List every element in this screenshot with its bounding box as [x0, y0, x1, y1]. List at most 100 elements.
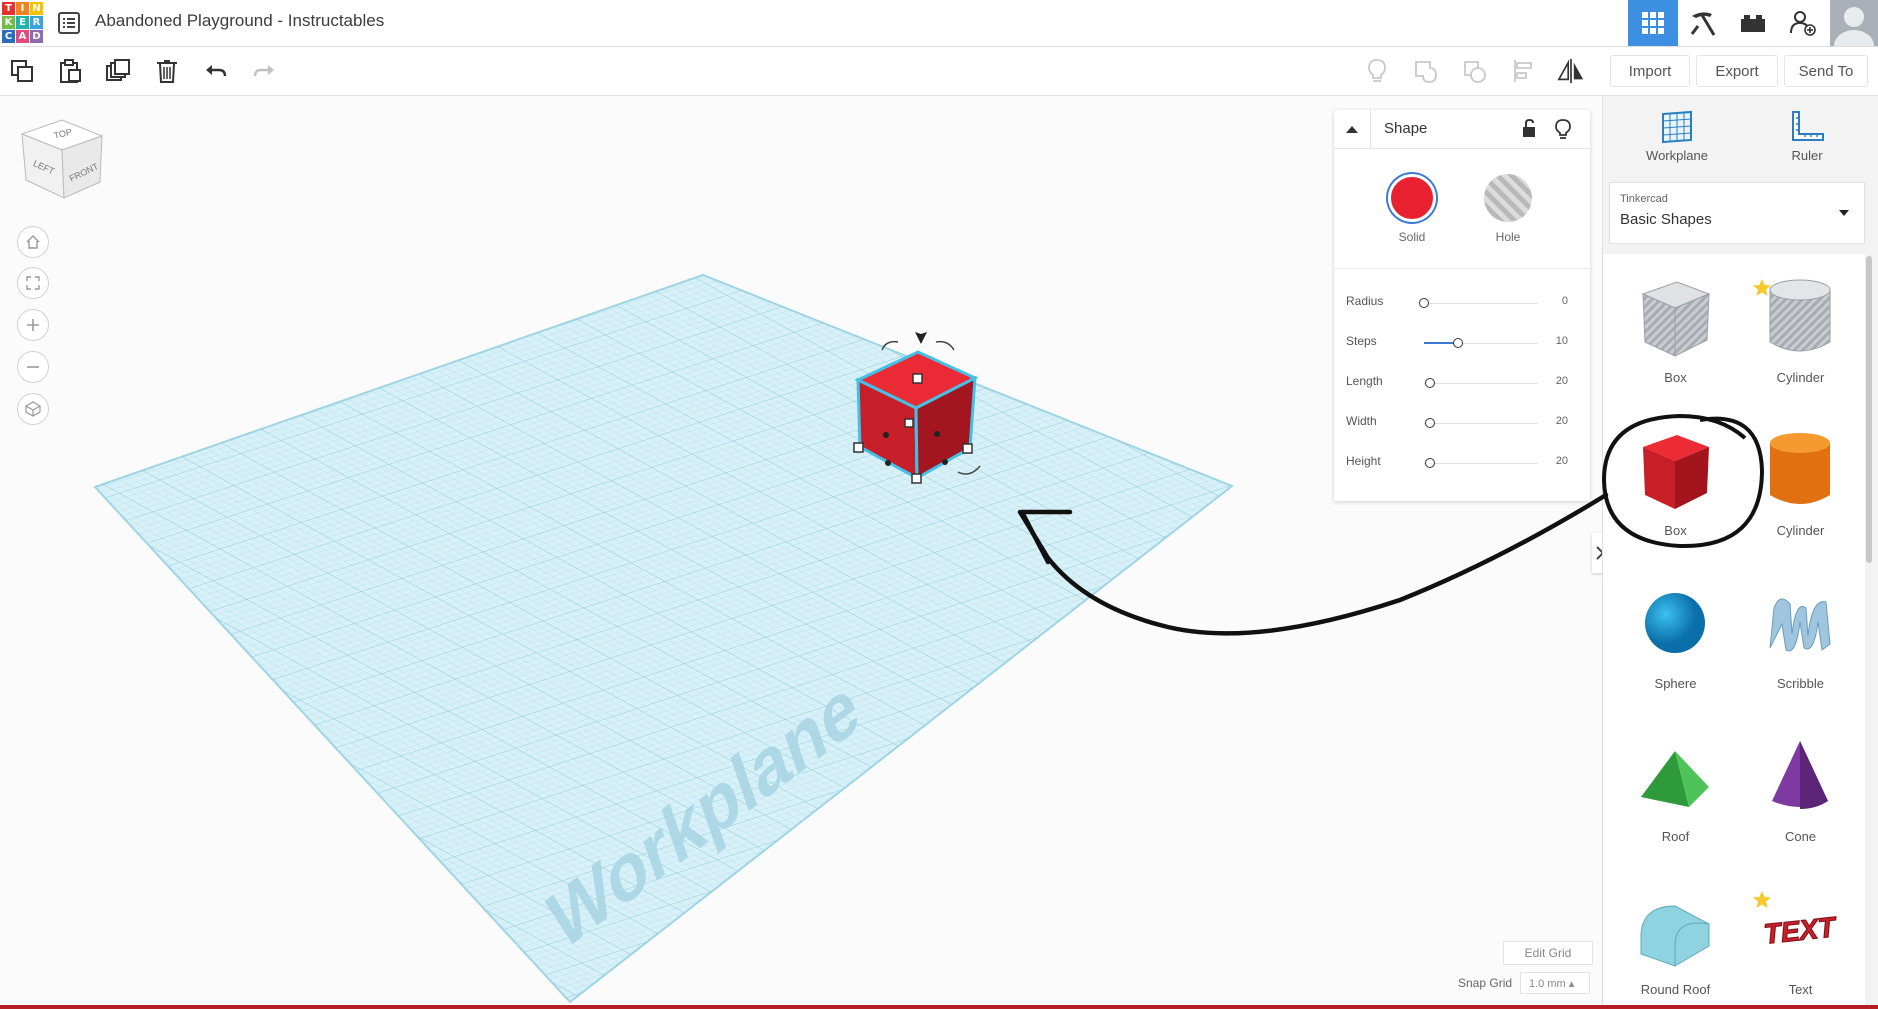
view-cube[interactable]: TOP LEFT FRONT — [18, 118, 104, 208]
prop-slider-knob[interactable] — [1453, 338, 1463, 348]
undo-icon — [206, 65, 227, 77]
prop-row-width: Width 20 — [1334, 408, 1590, 438]
notes-button[interactable] — [1363, 57, 1391, 85]
paste-icon — [60, 59, 81, 83]
shape-tile-text[interactable]: TEXT Text — [1738, 866, 1863, 1005]
paste-button[interactable] — [56, 57, 84, 85]
prop-value[interactable]: 20 — [1556, 415, 1568, 427]
logo-letter: T — [2, 2, 15, 15]
export-button[interactable]: Export — [1696, 55, 1778, 87]
ungroup-icon — [1464, 61, 1486, 83]
invite-user-button[interactable] — [1778, 0, 1828, 46]
solid-label: Solid — [1398, 230, 1426, 244]
duplicate-button[interactable] — [104, 57, 132, 85]
caret-down-icon — [1839, 210, 1849, 216]
solid-color-button[interactable] — [1388, 174, 1436, 222]
workplane-icon — [1662, 110, 1692, 144]
cylinder-hole-icon — [1769, 279, 1831, 352]
workplane-tool-button[interactable]: Workplane — [1627, 108, 1727, 163]
tinker-tools-button[interactable] — [1678, 0, 1728, 46]
divider — [1334, 268, 1590, 269]
shape-library-select[interactable]: Tinkercad Basic Shapes — [1609, 182, 1865, 244]
cone-icon — [1772, 741, 1828, 809]
undo-button[interactable] — [202, 57, 230, 85]
snap-grid-select[interactable]: 1.0 mm ▴ — [1520, 972, 1590, 994]
shape-tile-scribble[interactable]: Scribble — [1738, 560, 1863, 710]
prop-value[interactable]: 20 — [1556, 375, 1568, 387]
mirror-button[interactable] — [1557, 57, 1585, 85]
group-button[interactable] — [1412, 57, 1440, 85]
shape-tile-sphere[interactable]: Sphere — [1613, 560, 1738, 710]
copy-icon — [11, 60, 33, 82]
edit-toolbar: Import Export Send To — [0, 47, 1878, 96]
shape-name: Box — [1664, 523, 1687, 538]
send-to-button[interactable]: Send To — [1784, 55, 1868, 87]
scribble-icon — [1769, 598, 1831, 652]
visibility-button[interactable] — [1554, 118, 1572, 140]
shape-tile-cone[interactable]: Cone — [1738, 713, 1863, 863]
shape-inspector: Shape Solid Hole Radius 0 Steps 10 Length 20 W… — [1334, 110, 1590, 501]
document-title[interactable]: Abandoned Playground - Instructables — [95, 11, 384, 31]
shape-name: Cylinder — [1776, 370, 1825, 385]
workplane-tool-label: Workplane — [1646, 148, 1708, 163]
shape-name: Scribble — [1777, 676, 1824, 691]
prop-value[interactable]: 10 — [1556, 335, 1568, 347]
design-list-icon[interactable] — [56, 10, 82, 36]
plus-icon — [27, 319, 39, 331]
prop-label: Radius — [1346, 294, 1384, 308]
perspective-toggle-button[interactable] — [17, 393, 49, 425]
ruler-tool-label: Ruler — [1791, 148, 1823, 163]
zoom-out-button[interactable] — [17, 351, 49, 383]
logo-letter: I — [16, 2, 29, 15]
import-button[interactable]: Import — [1610, 55, 1690, 87]
avatar[interactable] — [1830, 0, 1878, 46]
prop-slider-knob[interactable] — [1425, 458, 1435, 468]
prop-slider-knob[interactable] — [1425, 378, 1435, 388]
user-avatar-icon — [1834, 7, 1874, 46]
prop-row-steps: Steps 10 — [1334, 328, 1590, 358]
prop-label: Width — [1346, 414, 1377, 428]
shape-tile-cylinder[interactable]: Cylinder — [1738, 254, 1863, 404]
edit-grid-button[interactable]: Edit Grid — [1503, 941, 1593, 965]
shape-tile-round-roof[interactable]: Round Roof — [1613, 866, 1771, 1005]
prop-slider-track[interactable] — [1424, 303, 1538, 304]
home-view-button[interactable] — [17, 226, 49, 258]
hole-label: Hole — [1495, 230, 1521, 244]
shape-tile-cylinder[interactable]: Cylinder — [1738, 407, 1863, 557]
tinkercad-logo[interactable]: TIN KER CAD — [2, 2, 45, 44]
prop-slider-knob[interactable] — [1419, 298, 1429, 308]
scrollbar[interactable] — [1866, 256, 1872, 563]
prop-value[interactable]: 0 — [1562, 295, 1568, 307]
lock-button[interactable] — [1520, 118, 1538, 138]
copy-button[interactable] — [8, 57, 36, 85]
inspector-collapse-button[interactable] — [1334, 110, 1371, 148]
prop-slider-track[interactable] — [1424, 423, 1538, 424]
ungroup-button[interactable] — [1461, 57, 1489, 85]
minus-icon — [27, 366, 39, 368]
zoom-in-button[interactable] — [17, 309, 49, 341]
hole-button[interactable] — [1484, 174, 1532, 222]
shape-name: Cone — [1784, 829, 1817, 844]
shape-tile-box[interactable]: Box — [1613, 254, 1771, 404]
delete-button[interactable] — [153, 57, 181, 85]
text-shape-icon: TEXT — [1762, 910, 1840, 950]
prop-label: Height — [1346, 454, 1381, 468]
redo-button[interactable] — [250, 57, 278, 85]
align-button[interactable] — [1510, 57, 1538, 85]
prop-slider-track[interactable] — [1424, 383, 1538, 384]
grid-view-icon — [1642, 12, 1664, 34]
prop-label: Length — [1346, 374, 1383, 388]
shape-tile-box[interactable]: Box — [1613, 407, 1738, 557]
prop-slider-track[interactable] — [1424, 463, 1538, 464]
prop-slider-knob[interactable] — [1425, 418, 1435, 428]
fit-view-button[interactable] — [17, 267, 49, 299]
shape-tile-roof[interactable]: Roof — [1613, 713, 1738, 863]
ruler-tool-button[interactable]: Ruler — [1757, 108, 1857, 163]
prop-value[interactable]: 20 — [1556, 455, 1568, 467]
cylinder-solid-icon — [1770, 433, 1830, 504]
home-icon — [26, 235, 40, 249]
prop-row-length: Length 20 — [1334, 368, 1590, 398]
bricks-view-button[interactable] — [1728, 0, 1778, 46]
snap-grid-label: Snap Grid — [1458, 976, 1513, 990]
3d-design-view-button[interactable] — [1628, 0, 1678, 46]
